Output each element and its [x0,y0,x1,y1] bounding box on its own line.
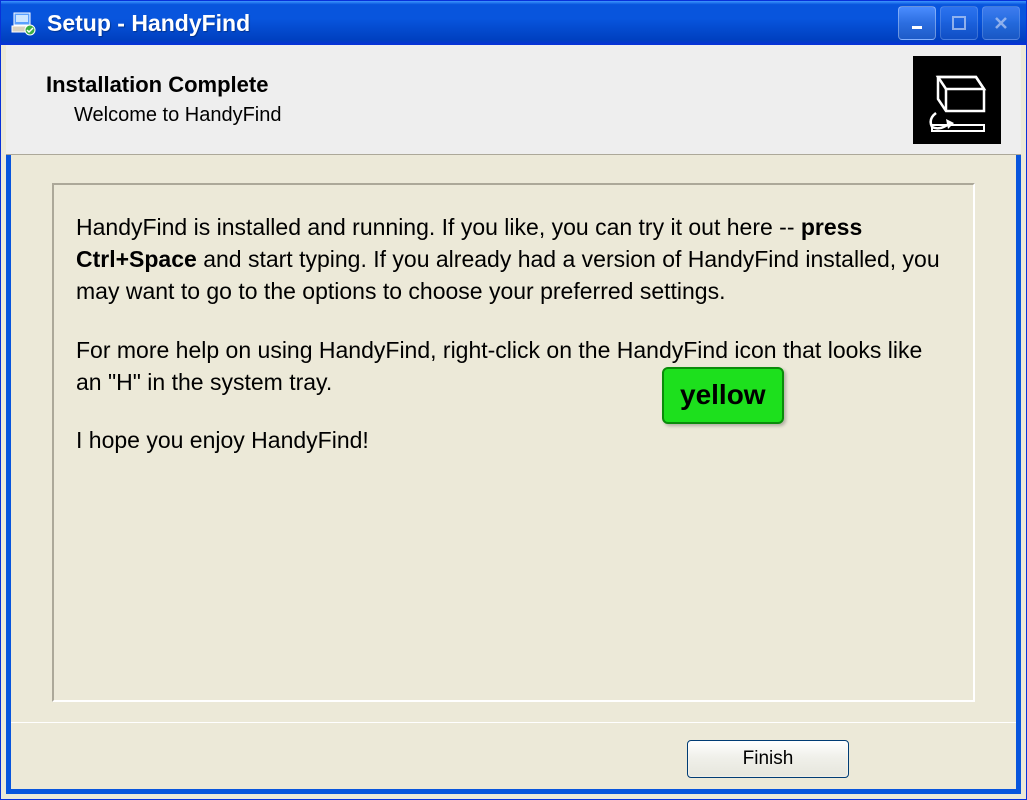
minimize-button[interactable] [898,6,936,40]
installer-icon [913,56,1001,144]
search-overlay-text: yellow [680,379,766,410]
content-area: HandyFind is installed and running. If y… [6,155,1021,722]
page-subtitle: Welcome to HandyFind [74,104,913,127]
wizard-header: Installation Complete Welcome to HandyFi… [6,45,1021,155]
titlebar[interactable]: Setup - HandyFind [1,1,1026,45]
page-title: Installation Complete [46,72,913,98]
paragraph-2: For more help on using HandyFind, right-… [76,334,951,398]
paragraph-3: I hope you enjoy HandyFind! [76,424,951,456]
window-title: Setup - HandyFind [47,10,898,37]
setup-window: Setup - HandyFind Installation Complete … [0,0,1027,800]
search-overlay[interactable]: yellow [662,367,784,424]
maximize-button [940,6,978,40]
button-row: Finish [6,722,1021,794]
message-panel: HandyFind is installed and running. If y… [52,183,975,702]
window-controls [898,6,1020,40]
paragraph-1: HandyFind is installed and running. If y… [76,211,951,308]
app-icon [9,9,37,37]
close-button [982,6,1020,40]
finish-button[interactable]: Finish [687,740,849,778]
